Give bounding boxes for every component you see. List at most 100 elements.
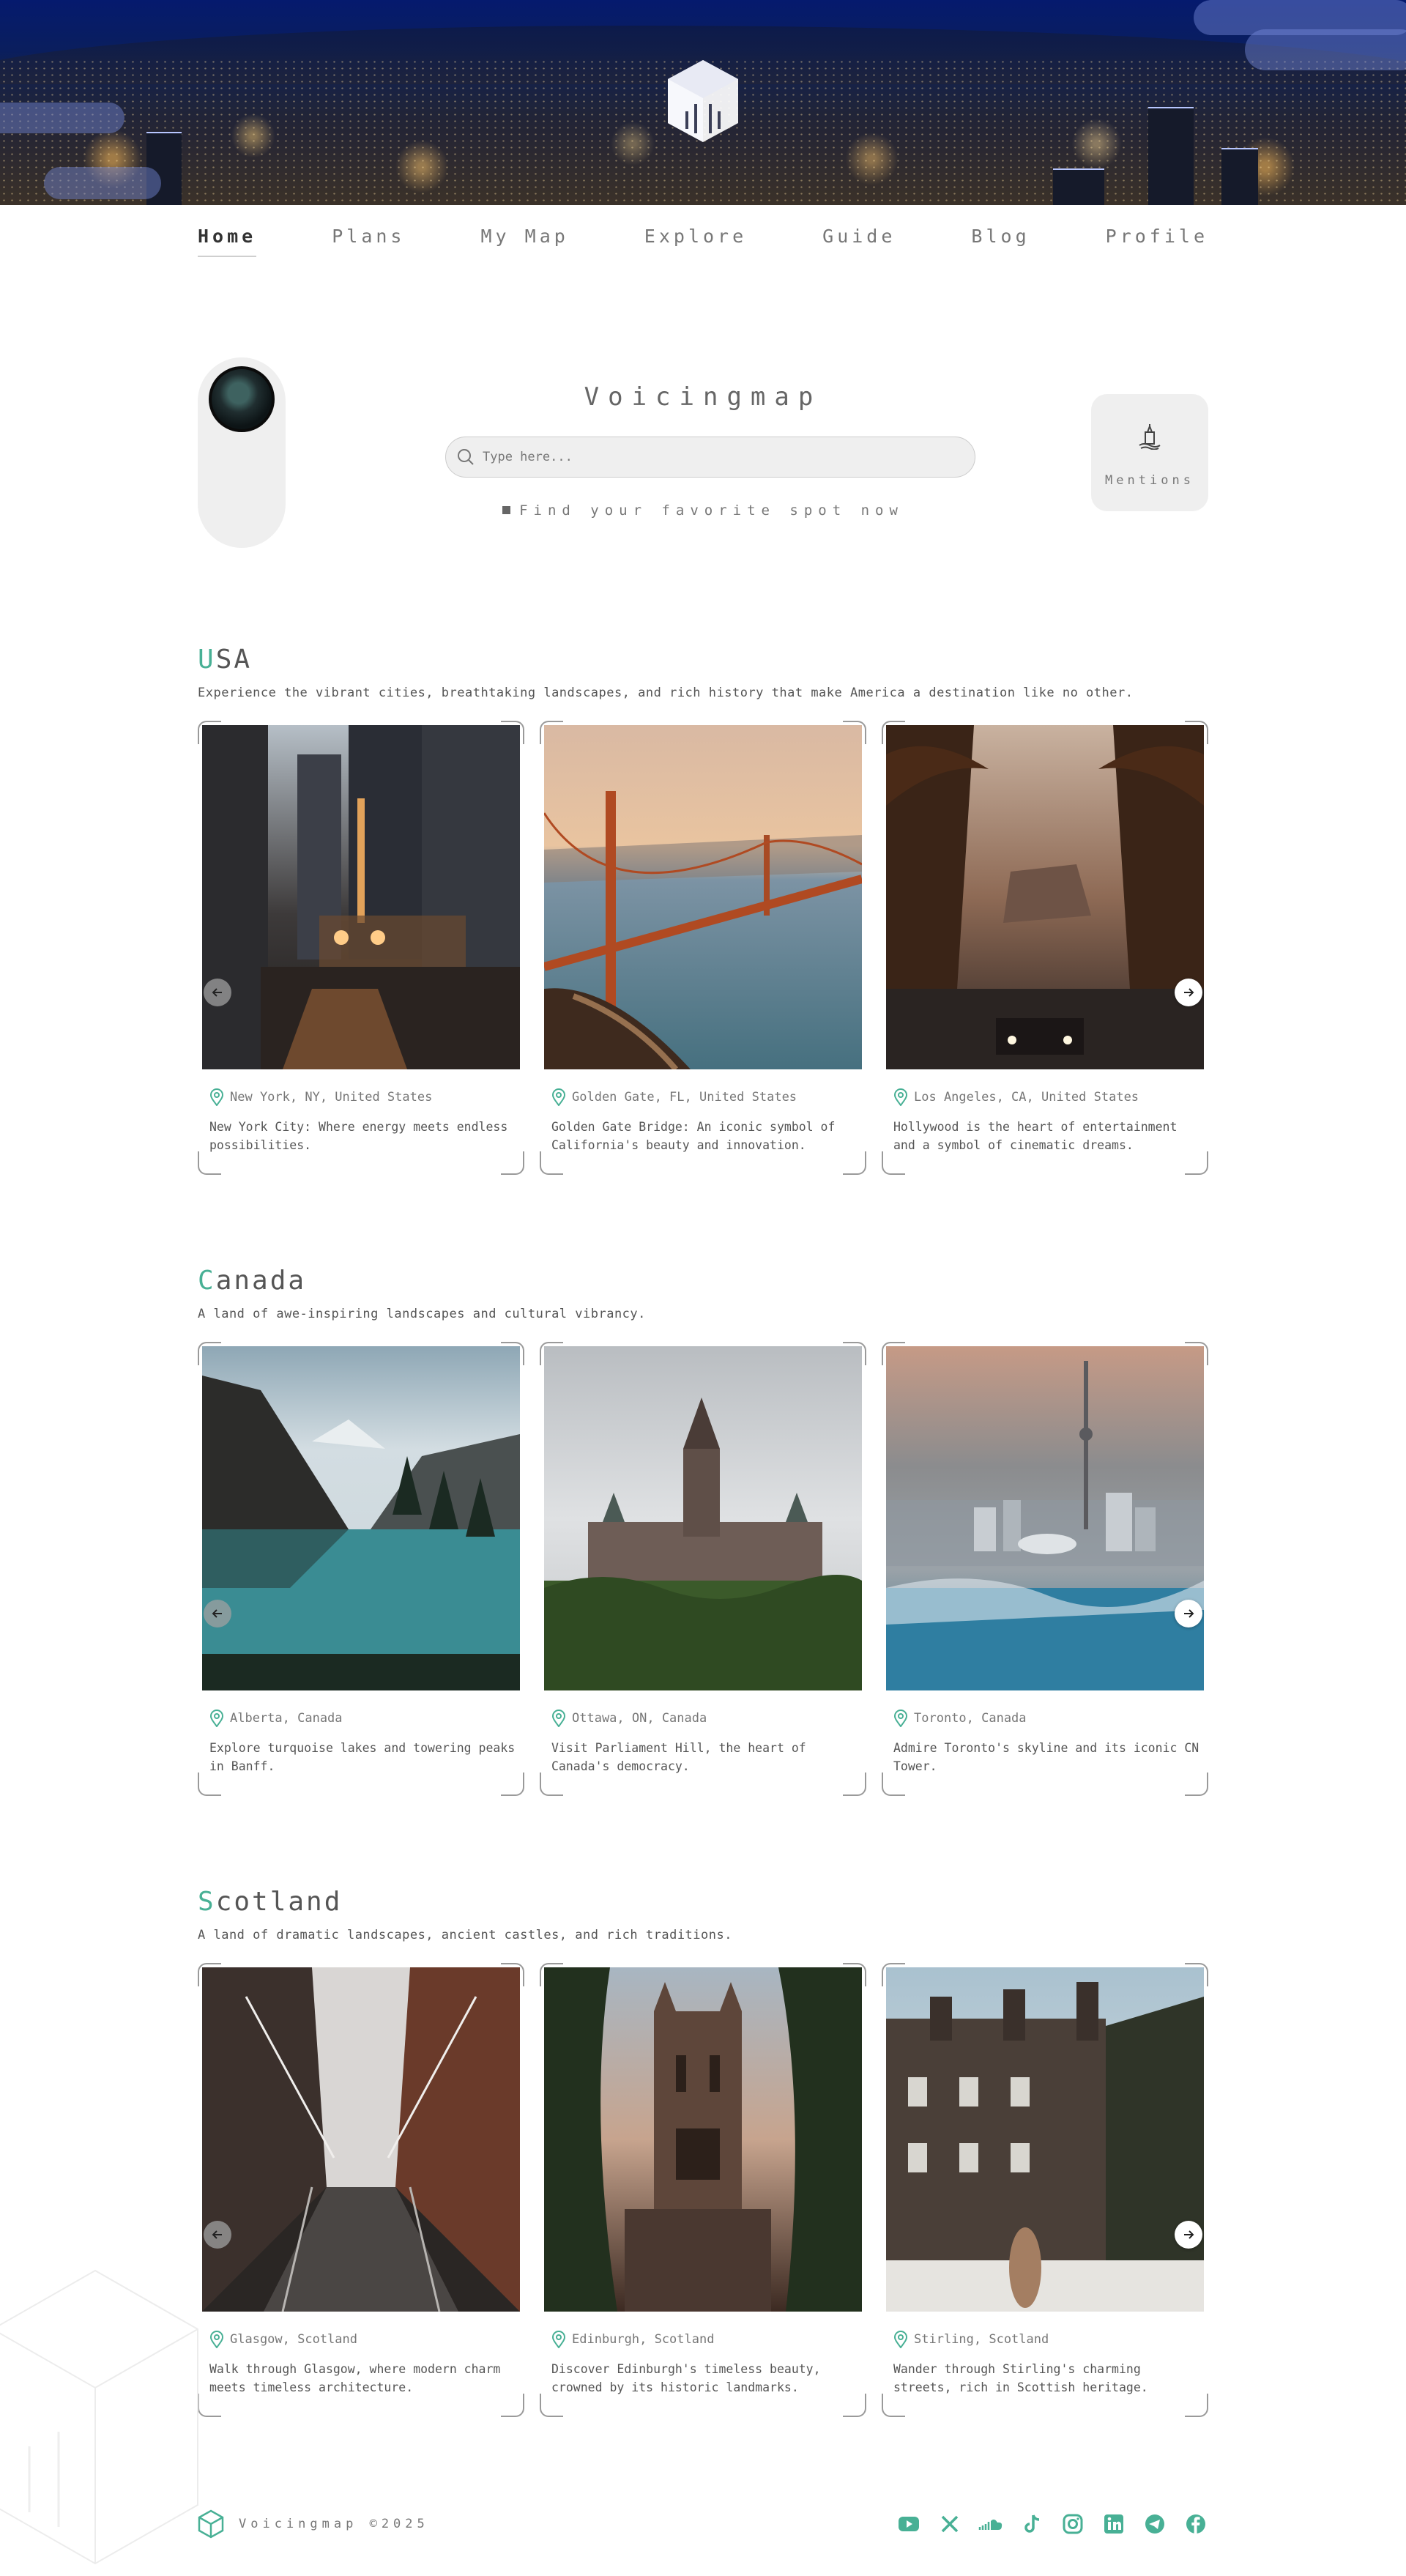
card-description: Golden Gate Bridge: An iconic symbol of … (551, 1120, 836, 1152)
square-bullet-icon (502, 506, 511, 514)
card-carousel: New York, NY, United States New York Cit… (198, 721, 1208, 1175)
card-photo (886, 725, 1204, 1069)
map-pin-icon (893, 2331, 908, 2348)
search-input[interactable] (483, 450, 951, 464)
card-frame-corner (1185, 2394, 1208, 2417)
card-description: Walk through Glasgow, where modern charm… (209, 2362, 501, 2394)
section-title: Scotland (198, 1887, 1208, 1923)
card-photo (886, 1967, 1204, 2312)
facebook-icon[interactable] (1183, 2512, 1208, 2536)
card-photo (886, 1346, 1204, 1690)
carousel-prev-button[interactable] (204, 1600, 231, 1627)
hero-banner (0, 0, 1406, 205)
footer-copyright: Voicingmap ©2025 (239, 2517, 429, 2531)
tagline-text: Find your favorite spot now (519, 502, 904, 519)
hero-cloud (0, 103, 124, 133)
card-location-text: Glasgow, Scotland (230, 2332, 357, 2347)
buoy-icon (1139, 424, 1161, 450)
nav-item-profile[interactable]: Profile (1106, 226, 1208, 257)
hero-building (1053, 168, 1104, 205)
background-cube-icon (0, 2269, 198, 2565)
card-location: New York, NY, United States (209, 1088, 432, 1106)
card-frame-corner (1185, 1773, 1208, 1796)
card-description: New York City: Where energy meets endles… (209, 1120, 508, 1152)
carousel-next-button[interactable] (1175, 979, 1202, 1006)
section-canada: Canada A land of awe-inspiring landscape… (198, 1266, 1208, 1796)
card-frame-corner (882, 1151, 905, 1175)
card-frame-corner (540, 1773, 563, 1796)
section-title-initial: C (198, 1266, 216, 1296)
section-title-rest: anada (215, 1266, 307, 1296)
destination-card[interactable]: Toronto, Canada Admire Toronto's skyline… (882, 1342, 1208, 1796)
instagram-icon[interactable] (1060, 2512, 1085, 2536)
main-nav: Home Plans My Map Explore Guide Blog Pro… (198, 226, 1208, 257)
map-pin-icon (209, 1088, 224, 1106)
logo-cube-icon[interactable] (198, 2509, 224, 2539)
logo-cube-icon[interactable] (665, 57, 741, 145)
destination-card[interactable]: Ottawa, ON, Canada Visit Parliament Hill… (540, 1342, 866, 1796)
destination-card[interactable]: Los Angeles, CA, United States Hollywood… (882, 721, 1208, 1175)
card-location-text: Golden Gate, FL, United States (572, 1090, 797, 1105)
card-description: Discover Edinburgh's timeless beauty, cr… (551, 2362, 821, 2394)
destination-card[interactable]: Stirling, Scotland Wander through Stirli… (882, 1963, 1208, 2417)
youtube-icon[interactable] (896, 2512, 921, 2536)
carousel-prev-button[interactable] (204, 979, 231, 1006)
card-description: Wander through Stirling's charming stree… (893, 2362, 1148, 2394)
destination-card[interactable]: New York, NY, United States New York Cit… (198, 721, 524, 1175)
nav-item-explore[interactable]: Explore (644, 226, 747, 257)
card-location: Alberta, Canada (209, 1710, 343, 1727)
section-title-initial: S (198, 1887, 216, 1917)
card-location: Los Angeles, CA, United States (893, 1088, 1139, 1106)
mentions-button[interactable]: Mentions (1091, 394, 1208, 511)
section-title-rest: SA (215, 645, 253, 675)
arrow-left-icon (212, 988, 222, 997)
search-icon (458, 449, 474, 465)
carousel-next-button[interactable] (1175, 2221, 1202, 2249)
nav-item-blog[interactable]: Blog (971, 226, 1030, 257)
destination-card[interactable]: Golden Gate, FL, United States Golden Ga… (540, 721, 866, 1175)
card-frame-corner (501, 1151, 524, 1175)
nav-item-plans[interactable]: Plans (332, 226, 405, 257)
section-description: A land of dramatic landscapes, ancient c… (198, 1928, 732, 1942)
nav-item-home[interactable]: Home (198, 226, 257, 257)
linkedin-icon[interactable] (1101, 2512, 1126, 2536)
map-pin-icon (551, 2331, 566, 2348)
map-pin-icon (209, 2331, 224, 2348)
card-carousel: Glasgow, Scotland Walk through Glasgow, … (198, 1963, 1208, 2417)
destination-card[interactable]: Alberta, Canada Explore turquoise lakes … (198, 1342, 524, 1796)
card-location: Ottawa, ON, Canada (551, 1710, 707, 1727)
card-frame-corner (882, 1773, 905, 1796)
telegram-icon[interactable] (1142, 2512, 1167, 2536)
arrow-left-icon (212, 2230, 222, 2239)
nav-item-my-map[interactable]: My Map (480, 226, 568, 257)
hero-building (1221, 148, 1258, 205)
mentions-label: Mentions (1105, 473, 1194, 488)
tiktok-icon[interactable] (1019, 2512, 1044, 2536)
arrow-right-icon (1184, 1609, 1194, 1618)
nav-item-guide[interactable]: Guide (822, 226, 896, 257)
x-icon[interactable] (937, 2512, 962, 2536)
section-description: Experience the vibrant cities, breathtak… (198, 686, 1134, 700)
destination-card[interactable]: Edinburgh, Scotland Discover Edinburgh's… (540, 1963, 866, 2417)
card-frame-corner (501, 2394, 524, 2417)
soundcloud-icon[interactable] (978, 2512, 1003, 2536)
card-location-text: Los Angeles, CA, United States (914, 1090, 1139, 1105)
carousel-prev-button[interactable] (204, 2221, 231, 2249)
card-frame-corner (198, 1151, 221, 1175)
card-photo (202, 725, 520, 1069)
arrow-left-icon (212, 1609, 222, 1618)
card-location-text: Edinburgh, Scotland (572, 2332, 715, 2347)
card-description: Hollywood is the heart of entertainment … (893, 1120, 1178, 1152)
map-pin-icon (893, 1088, 908, 1106)
card-location-text: Toronto, Canada (914, 1711, 1027, 1726)
section-title-initial: U (198, 645, 216, 675)
map-pin-icon (551, 1088, 566, 1106)
card-location-text: Ottawa, ON, Canada (572, 1711, 707, 1726)
arrow-right-icon (1184, 2230, 1194, 2239)
card-photo (544, 725, 862, 1069)
section-scotland: Scotland A land of dramatic landscapes, … (198, 1887, 1208, 2417)
destination-card[interactable]: Glasgow, Scotland Walk through Glasgow, … (198, 1963, 524, 2417)
carousel-next-button[interactable] (1175, 1600, 1202, 1627)
card-photo (202, 1346, 520, 1690)
card-frame-corner (843, 2394, 866, 2417)
